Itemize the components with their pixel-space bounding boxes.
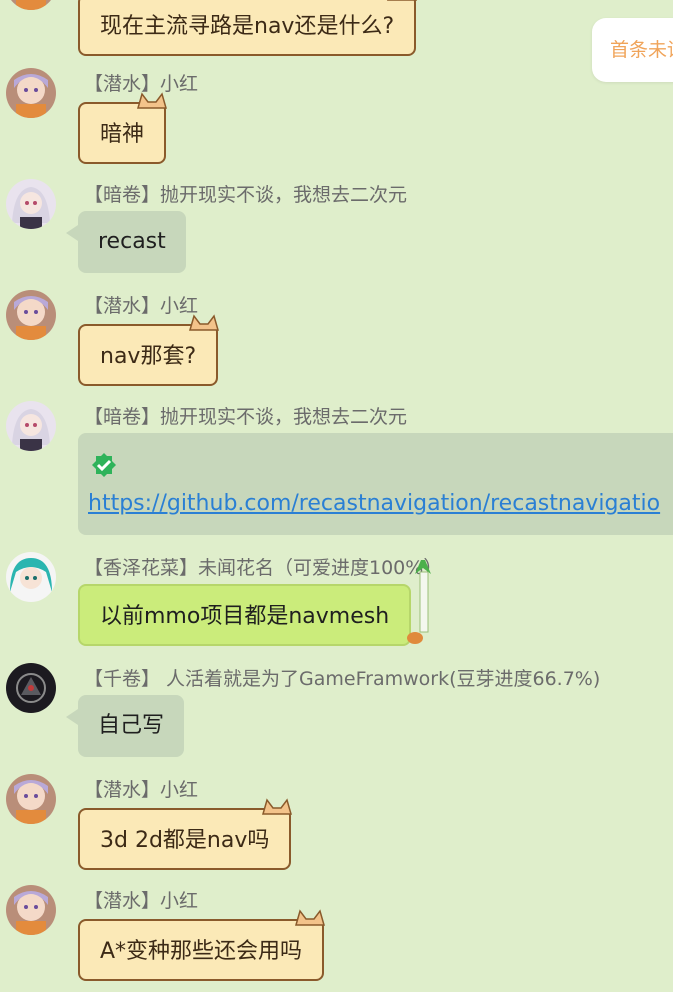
chat-bubble[interactable]: nav那套? (78, 314, 220, 386)
chat-bubble[interactable]: https://github.com/recastnavigation/reca… (78, 433, 673, 535)
avatar[interactable] (6, 401, 56, 451)
message-link[interactable]: https://github.com/recastnavigation/reca… (88, 491, 660, 516)
sender-name: 【潜水】小红 (84, 890, 199, 912)
message-text: 3d 2d都是nav吗 (100, 828, 270, 853)
sender-name: 【潜水】小红 (84, 779, 199, 801)
verified-check-icon (92, 453, 116, 477)
sender-name: 【暗卷】抛开现实不谈，我想去二次元 (84, 184, 408, 206)
avatar[interactable] (6, 552, 56, 602)
cat-ears-icon (387, 0, 418, 1)
chat-bubble[interactable]: 暗神 (78, 92, 167, 164)
chat-bubble[interactable]: A*变种那些还会用吗 (78, 909, 326, 981)
message-text: recast (98, 229, 166, 254)
avatar[interactable] (6, 290, 56, 340)
chat-bubble[interactable]: 以前mmo项目都是navmesh (78, 560, 432, 646)
avatar[interactable] (6, 774, 56, 824)
first-unread-label: 首条未读 (610, 39, 673, 61)
avatar[interactable] (6, 885, 56, 935)
cat-ears-icon (137, 92, 167, 109)
message-text: 暗神 (100, 122, 145, 147)
sender-name: 【暗卷】抛开现实不谈，我想去二次元 (84, 406, 408, 428)
chat-bubble[interactable]: 自己写 (65, 695, 185, 757)
message-text: 现在主流寻路是nav还是什么? (100, 14, 395, 39)
avatar[interactable] (6, 68, 56, 118)
avatar[interactable] (6, 663, 56, 713)
chat-bubble[interactable]: recast (66, 211, 186, 273)
cat-ears-icon (295, 909, 326, 926)
message-text: nav那套? (100, 344, 197, 369)
chat-bubble[interactable]: 现在主流寻路是nav还是什么? (78, 0, 418, 56)
message-text: A*变种那些还会用吗 (100, 939, 303, 964)
avatar[interactable] (6, 0, 56, 10)
chat-bubble[interactable]: 3d 2d都是nav吗 (78, 798, 293, 870)
first-unread-pill[interactable]: 首条未读 (592, 18, 673, 82)
cat-ears-icon (189, 314, 220, 331)
sender-name: 【潜水】小红 (84, 295, 199, 317)
avatar[interactable] (6, 179, 56, 229)
sender-name: 【千卷】 人活着就是为了GameFramwork(豆芽进度66.7%) (84, 668, 601, 690)
cat-ears-icon (262, 798, 293, 815)
leek-icon (407, 560, 432, 644)
sender-name: 【香泽花菜】未闻花名（可爱进度100%） (84, 557, 443, 579)
message-text: 自己写 (98, 713, 165, 738)
message-text: 以前mmo项目都是navmesh (100, 604, 390, 629)
